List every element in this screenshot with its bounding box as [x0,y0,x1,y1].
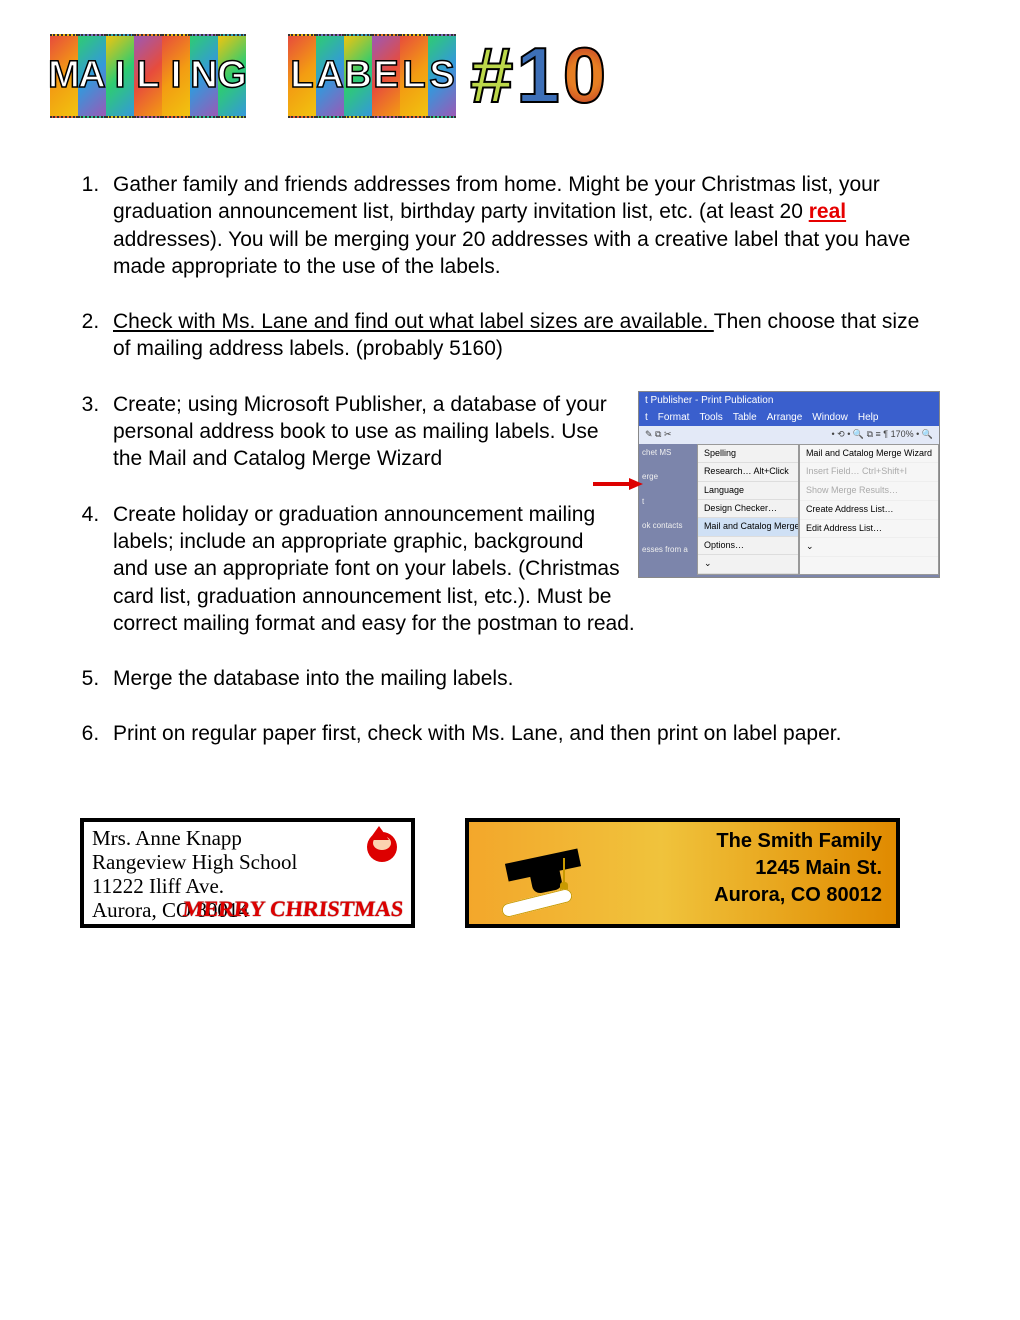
publisher-titlebar: t Publisher - Print Publication [639,392,939,409]
tools-menu-item: Language [698,482,798,500]
xmas-school: Rangeview High School [92,850,403,874]
instr2-underline: Check with Ms. Lane and find out what la… [113,310,714,333]
zoom-value: 170% [891,429,914,439]
title-letter: I [106,34,134,118]
title-letter: A [78,34,106,118]
instruction-item-1: Gather family and friends addresses from… [105,171,940,280]
screenshot-wrapper: t Publisher - Print Publication t Format T… [638,391,940,578]
instr3-text: Create; using Microsoft Publisher, a dat… [113,393,607,471]
publisher-menu-item: Help [858,411,879,424]
publisher-menu-item: Tools [699,411,722,424]
red-arrow-icon [593,478,643,490]
publisher-toolbar: ✎ ⧉ ✂ • ⟲ • 🔍 ⧉ ≡ ¶ 170% • 🔍 [639,426,939,444]
title-letter: L [134,34,162,118]
instruction-item-5: Merge the database into the mailing labe… [105,665,940,692]
title-letter: L [400,34,428,118]
instruction-item-2: Check with Ms. Lane and find out what la… [105,308,940,363]
instr1-pre: Gather family and friends addresses from… [113,173,880,223]
title-letter: I [162,34,190,118]
publisher-menubar: t Format Tools Table Arrange Window Help [639,409,939,426]
publisher-menu-item: t [645,411,648,424]
submenu-item: ⌄ [800,538,938,557]
publisher-menu-item: Window [812,411,848,424]
title-number-ten: # 1 0 [470,30,606,121]
christmas-label-example: Mrs. Anne Knapp Rangeview High School 11… [80,818,415,928]
grad-city: Aurora, CO 80012 [714,882,882,909]
grad-name: The Smith Family [714,828,882,855]
tools-dropdown: SpellingResearch… Alt+ClickLanguageDesig… [697,444,799,575]
submenu-item: Create Address List… [800,501,938,520]
instruction-item-3: t Publisher - Print Publication t Format T… [105,391,940,473]
title-banner: MAILING LABELS # 1 0 [50,30,970,121]
title-letter: L [288,34,316,118]
santa-icon [359,826,405,872]
tools-menu-item: Spelling [698,445,798,463]
instruction-item-6: Print on regular paper first, check with… [105,720,940,747]
instr1-highlight: real [809,200,846,223]
instr6-text: Print on regular paper first, check with… [113,722,841,745]
title-word-labels: LABELS [288,34,456,118]
tools-menu-item: Design Checker… [698,500,798,518]
tools-menu-item: Research… Alt+Click [698,463,798,481]
instr4-text: Create holiday or graduation announcemen… [113,503,635,635]
publisher-side-item: erge [642,472,694,482]
title-letter: A [316,34,344,118]
submenu-item: Insert Field… Ctrl+Shift+I [800,463,938,482]
tools-menu-item: Mail and Catalog Merge ▸ [698,518,798,536]
hash-icon: # [470,30,513,121]
instr5-text: Merge the database into the mailing labe… [113,667,513,690]
graduation-label-example: The Smith Family 1245 Main St. Aurora, C… [465,818,900,928]
publisher-menu-item: Format [658,411,690,424]
xmas-street: 11222 Iliff Ave. [92,874,403,898]
title-letter: B [344,34,372,118]
publisher-side-item: chet MS [642,448,694,458]
title-word-mailing: MAILING [50,34,246,118]
grad-street: 1245 Main St. [714,855,882,882]
publisher-menu-item: Arrange [767,411,803,424]
publisher-screenshot: t Publisher - Print Publication t Format T… [638,391,940,578]
title-letter: G [218,34,246,118]
toolbar-icons-right: • ⟲ • 🔍 ⧉ ≡ ¶ 170% • 🔍 [832,429,933,441]
xmas-name: Mrs. Anne Knapp [92,826,403,850]
tools-menu-item: ⌄ [698,555,798,573]
title-letter: S [428,34,456,118]
submenu-item: Edit Address List… [800,520,938,539]
publisher-side-item: ok contacts [642,521,694,531]
toolbar-icons-left: ✎ ⧉ ✂ [645,429,672,441]
example-labels-row: Mrs. Anne Knapp Rangeview High School 11… [80,818,970,928]
title-letter: N [190,34,218,118]
merry-christmas-text: MERRY CHRISTMAS [181,896,404,921]
submenu-item: Mail and Catalog Merge Wizard [800,445,938,464]
title-letter: E [372,34,400,118]
tools-menu-item: Options… [698,537,798,555]
publisher-side-item: t [642,497,694,507]
digit-one: 1 [516,30,559,121]
graduation-cap-icon [483,828,603,918]
publisher-body: chet MS erge t ok contacts esses from a Spel… [639,444,939,575]
submenu-item: Show Merge Results… [800,482,938,501]
graduation-address: The Smith Family 1245 Main St. Aurora, C… [714,828,882,918]
digit-zero: 0 [563,30,606,121]
publisher-side-item: esses from a [642,545,694,555]
publisher-menu-item: Table [733,411,757,424]
instruction-list: Gather family and friends addresses from… [60,171,940,748]
document-page: MAILING LABELS # 1 0 Gather family and f… [0,0,1020,1320]
mail-merge-submenu: Mail and Catalog Merge WizardInsert Fiel… [799,444,939,575]
title-letter: M [50,34,78,118]
publisher-side-panel: chet MS erge t ok contacts esses from a [639,444,697,575]
instr1-post: addresses). You will be merging your 20 … [113,228,910,278]
